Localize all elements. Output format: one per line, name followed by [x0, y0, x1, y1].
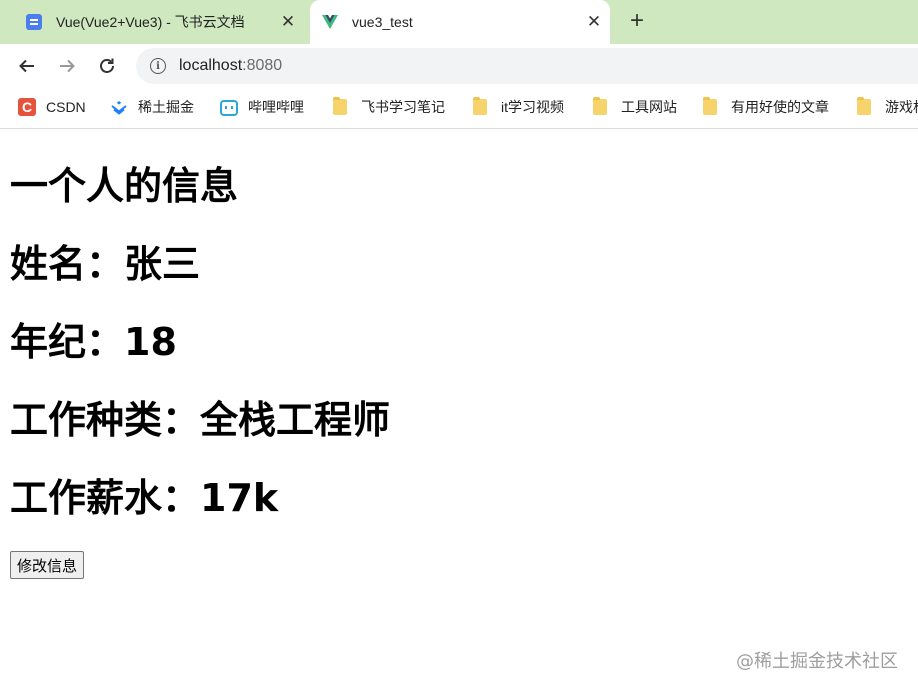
- folder-icon: [857, 97, 871, 115]
- tab-vue3-test[interactable]: vue3_test ✕: [310, 0, 610, 44]
- person-age: 年纪：18: [10, 320, 177, 364]
- arrow-right-icon: [60, 59, 75, 73]
- person-job-type: 工作种类：全栈工程师: [10, 398, 391, 442]
- browser-toolbar: i localhost:8080: [0, 44, 918, 88]
- url-port: :8080: [242, 57, 283, 74]
- back-button[interactable]: [11, 50, 43, 82]
- person-salary: 工作薪水：17k: [10, 476, 279, 520]
- folder-icon: [473, 97, 487, 115]
- bookmark-label: CSDN: [46, 99, 86, 115]
- new-tab-button[interactable]: +: [624, 7, 650, 34]
- url-text: localhost:8080: [179, 57, 282, 75]
- vue-logo-icon: [322, 14, 338, 30]
- bookmark-bilibili[interactable]: 哔哩哔哩: [220, 96, 304, 118]
- bookmark-folder-feishu-notes[interactable]: 飞书学习笔记: [333, 96, 445, 118]
- bookmark-label: 稀土掘金: [138, 99, 194, 115]
- edit-info-button[interactable]: 修改信息: [10, 551, 85, 579]
- bookmark-label: it学习视频: [501, 99, 564, 115]
- bookmark-label: 哔哩哔哩: [248, 99, 304, 115]
- info-icon[interactable]: i: [150, 58, 166, 74]
- bookmarks-bar: C CSDN 稀土掘金 哔哩哔哩 飞书学习笔记 it学习视频 工具网站 有用好使…: [0, 88, 918, 129]
- bookmark-label: 飞书学习笔记: [361, 99, 445, 115]
- bookmark-label: 游戏杯: [885, 99, 918, 115]
- url-host: localhost: [179, 57, 243, 74]
- tab-title: Vue(Vue2+Vue3) - 飞书云文档: [56, 14, 245, 30]
- address-bar[interactable]: i localhost:8080: [136, 48, 918, 84]
- folder-icon: [333, 97, 347, 115]
- bilibili-icon: [220, 100, 238, 116]
- csdn-icon: C: [18, 98, 36, 116]
- bookmark-juejin[interactable]: 稀土掘金: [110, 96, 194, 118]
- bookmark-label: 工具网站: [621, 99, 677, 115]
- reload-icon: [100, 58, 114, 73]
- close-icon[interactable]: ✕: [584, 12, 604, 32]
- person-name: 姓名：张三: [10, 242, 201, 286]
- document-icon: [26, 14, 42, 30]
- close-icon[interactable]: ✕: [278, 12, 298, 32]
- arrow-left-icon: [19, 59, 34, 73]
- bookmark-folder-games[interactable]: 游戏杯: [857, 96, 918, 118]
- tab-title: vue3_test: [352, 14, 413, 30]
- bookmark-folder-it-videos[interactable]: it学习视频: [473, 96, 564, 118]
- bookmark-folder-tools[interactable]: 工具网站: [593, 96, 677, 118]
- watermark: @稀土掘金技术社区: [736, 651, 898, 672]
- browser-window: Vue(Vue2+Vue3) - 飞书云文档 ✕ vue3_test ✕ + i…: [0, 0, 918, 689]
- bookmark-csdn[interactable]: C CSDN: [18, 96, 86, 118]
- juejin-icon: [110, 98, 128, 116]
- bookmark-label: 有用好使的文章: [731, 99, 829, 115]
- tab-strip: Vue(Vue2+Vue3) - 飞书云文档 ✕ vue3_test ✕ +: [0, 0, 918, 44]
- forward-button[interactable]: [51, 50, 83, 82]
- folder-icon: [593, 97, 607, 115]
- folder-icon: [703, 97, 717, 115]
- bookmark-folder-articles[interactable]: 有用好使的文章: [703, 96, 829, 118]
- tab-feishu-doc[interactable]: Vue(Vue2+Vue3) - 飞书云文档 ✕: [14, 0, 304, 44]
- reload-button[interactable]: [91, 50, 123, 82]
- page-heading: 一个人的信息: [10, 164, 239, 208]
